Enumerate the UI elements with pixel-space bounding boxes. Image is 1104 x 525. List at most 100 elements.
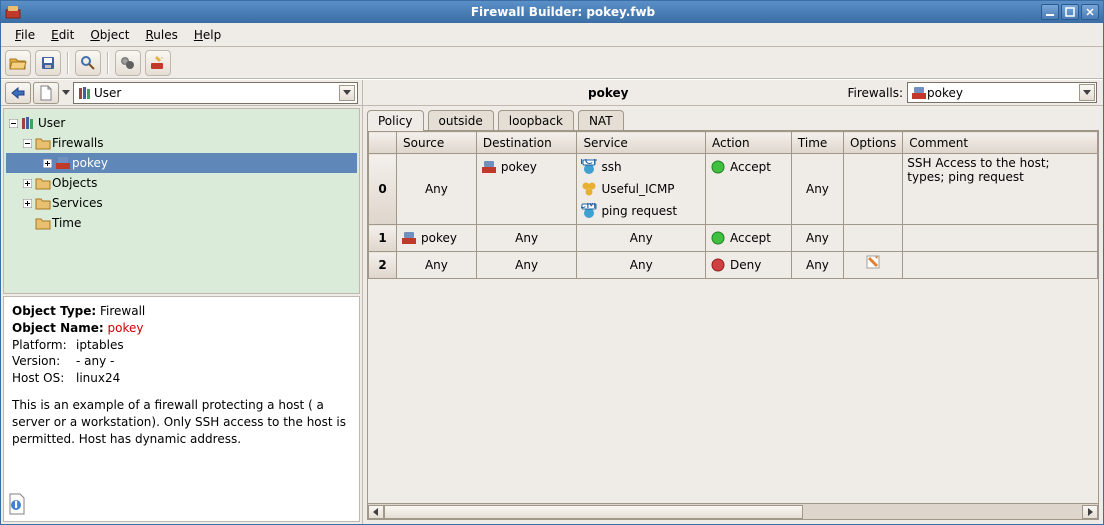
scroll-left-button[interactable] [368,505,384,519]
detail-objname-value: pokey [107,321,143,335]
rule-row[interactable]: 1 pokey Any Any Accept Any [369,225,1098,252]
rule-row[interactable]: 0 Any pokey TCPssh Useful_ICMP ICMPping … [369,154,1098,225]
expander-icon[interactable] [20,199,34,208]
tree-time[interactable]: Time [6,213,357,233]
menu-file[interactable]: File [7,25,43,45]
expander-icon[interactable] [20,139,34,148]
tab-outside[interactable]: outside [428,110,494,131]
find-button[interactable] [75,50,101,76]
rule-row[interactable]: 2 Any Any Any Deny Any [369,252,1098,279]
horizontal-scrollbar[interactable] [368,503,1098,519]
chevron-down-icon [339,85,355,101]
col-options[interactable]: Options [843,132,902,154]
open-button[interactable] [5,50,31,76]
cell-destination[interactable]: Any [476,252,577,279]
cell-options[interactable] [843,225,902,252]
cell-source[interactable]: Any [397,252,477,279]
cell-service[interactable]: TCPssh Useful_ICMP ICMPping request [577,154,706,225]
tree-label: Time [52,216,81,230]
info-icon[interactable]: i [8,493,28,517]
scroll-right-button[interactable] [1082,505,1098,519]
object-tree[interactable]: User Firewalls pokey Objects [3,108,360,294]
cell-options[interactable] [843,252,902,279]
window-title: Firewall Builder: pokey.fwb [471,5,655,19]
firewall-icon [401,230,417,246]
cell-service[interactable]: Any [577,225,706,252]
accept-icon [710,230,726,246]
back-button[interactable] [5,82,31,104]
col-comment[interactable]: Comment [903,132,1098,154]
cell-time[interactable]: Any [791,252,843,279]
tree-label: pokey [72,156,108,170]
rule-number[interactable]: 2 [369,252,397,279]
col-source[interactable]: Source [397,132,477,154]
folder-icon [34,177,52,190]
firewall-value: pokey [927,86,963,100]
expander-icon[interactable] [20,179,34,188]
cell-action[interactable]: Accept [706,225,792,252]
minimize-button[interactable] [1041,4,1059,20]
tab-policy[interactable]: Policy [367,110,424,131]
cell-source[interactable]: pokey [397,225,477,252]
rule-number[interactable]: 0 [369,154,397,225]
save-button[interactable] [35,50,61,76]
col-service[interactable]: Service [577,132,706,154]
install-button[interactable] [145,50,171,76]
library-selector[interactable]: User [73,82,358,104]
rule-number[interactable]: 1 [369,225,397,252]
cell-action[interactable]: Deny [706,252,792,279]
ruleset-tabs: Policy outside loopback NAT [363,106,1103,130]
close-button[interactable] [1081,4,1099,20]
tree-root[interactable]: User [6,113,357,133]
folder-icon [34,197,52,210]
tree-label: Firewalls [52,136,104,150]
chevron-down-icon [1079,84,1095,101]
expander-icon[interactable] [40,159,54,168]
service-group-icon [581,181,597,197]
tab-loopback[interactable]: loopback [498,110,574,131]
col-destination[interactable]: Destination [476,132,577,154]
svg-text:ICMP: ICMP [581,203,597,211]
tree-services[interactable]: Services [6,193,357,213]
cell-options[interactable] [843,154,902,225]
maximize-button[interactable] [1061,4,1079,20]
tree-firewalls[interactable]: Firewalls [6,133,357,153]
menu-object[interactable]: Object [82,25,137,45]
library-label: User [94,86,121,100]
cell-comment[interactable]: SSH Access to the host;xtypes; ping requ… [903,154,1098,225]
cell-service[interactable]: Any [577,252,706,279]
tree-objects[interactable]: Objects [6,173,357,193]
folder-icon [34,217,52,230]
cell-comment[interactable] [903,225,1098,252]
tree-label: Objects [52,176,97,190]
menu-rules[interactable]: Rules [137,25,185,45]
tree-label: Services [52,196,103,210]
col-action[interactable]: Action [706,132,792,154]
new-object-button[interactable] [33,82,59,104]
cell-action[interactable]: Accept [706,154,792,225]
cell-destination[interactable]: Any [476,225,577,252]
compile-button[interactable] [115,50,141,76]
cell-destination[interactable]: pokey [476,154,577,225]
new-object-dropdown[interactable] [61,90,71,96]
cell-time[interactable]: Any [791,154,843,225]
library-icon [78,85,94,101]
menu-edit[interactable]: Edit [43,25,82,45]
col-time[interactable]: Time [791,132,843,154]
scroll-thumb[interactable] [384,505,803,519]
detail-objtype-value: Firewall [100,304,145,318]
detail-version-label: Version: [12,353,76,370]
expander-icon[interactable] [6,119,20,128]
rules-table[interactable]: Source Destination Service Action Time O… [368,131,1098,279]
cell-comment[interactable] [903,252,1098,279]
firewall-selector[interactable]: pokey [907,82,1097,103]
cell-time[interactable]: Any [791,225,843,252]
menu-help[interactable]: Help [186,25,229,45]
tree-pokey[interactable]: pokey [6,153,357,173]
cell-source[interactable]: Any [397,154,477,225]
detail-hostos-value: linux24 [76,371,120,385]
svg-text:TCP: TCP [581,159,597,167]
tcp-service-icon: TCP [581,159,597,175]
tab-nat[interactable]: NAT [578,110,624,131]
library-icon [20,116,38,130]
